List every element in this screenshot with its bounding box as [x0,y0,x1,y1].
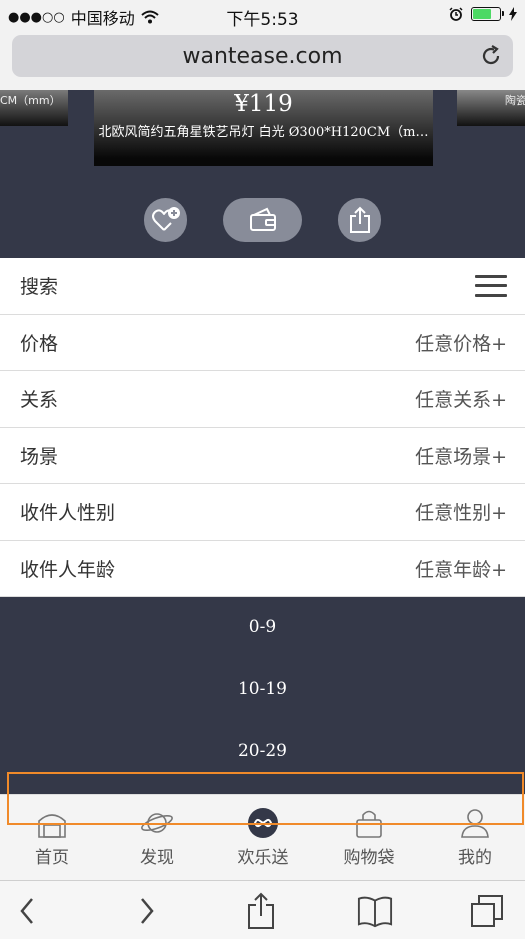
battery-icon [471,7,504,21]
filter-gender[interactable]: 收件人性别 任意性别+ [0,484,525,541]
filter-label: 场景 [20,445,59,468]
filter-price[interactable]: 价格 任意价格+ [0,315,525,371]
filter-label: 关系 [20,389,59,412]
wallet-icon [249,207,276,231]
alarm-icon [449,7,463,21]
carousel-card-current[interactable]: ¥119 北欧风简约五角星铁艺吊灯 白光 Ø300*H120CM（m… [94,90,433,166]
tab-happy-send[interactable]: 欢乐送 [218,807,308,868]
wallet-button[interactable] [223,198,302,242]
home-icon [38,814,66,838]
planet-icon [141,813,173,833]
tab-label: 欢乐送 [237,848,289,868]
age-option-list: 0-9 10-19 20-29 [0,598,525,794]
filter-value: 任意场景+ [415,445,507,468]
status-bar: ●●●○○ 中国移动 下午5:53 [0,0,525,30]
search-label: 搜索 [20,276,59,299]
filter-label: 收件人年龄 [20,558,116,581]
tabs-icon [471,895,503,927]
browser-address-area: wantease.com [0,30,525,90]
tab-shopping-bag[interactable]: 购物袋 [324,807,414,868]
menu-icon[interactable] [475,274,507,297]
address-bar[interactable]: wantease.com [12,35,513,77]
share-icon [349,206,370,233]
filter-relationship[interactable]: 关系 任意关系+ [0,371,525,428]
refresh-icon[interactable] [479,44,503,68]
tab-label: 购物袋 [343,848,395,868]
tab-label: 首页 [35,848,69,868]
charging-icon [509,7,517,21]
chevron-left-icon [20,898,33,924]
favorite-button[interactable] [144,198,187,242]
product-name: 北欧风简约五角星铁艺吊灯 白光 Ø300*H120CM（m… [98,125,429,140]
user-icon [461,809,489,838]
filter-list: 搜索 价格 任意价格+ 关系 任意关系+ 场景 任意场景+ 收件人性别 任意性别… [0,258,525,597]
product-actions [0,198,525,244]
url-text: wantease.com [182,43,343,69]
filter-value: 任意关系+ [415,389,507,412]
share-page-button[interactable] [243,892,279,929]
filter-label: 价格 [20,332,59,355]
back-button[interactable] [10,893,46,929]
forward-button[interactable] [128,893,164,929]
heart-plus-icon [151,207,180,231]
share-button[interactable] [338,198,381,242]
bag-icon [356,810,382,838]
status-right [449,7,517,21]
tab-discover[interactable]: 发现 [112,807,202,868]
carousel-card-prev[interactable]: CM（mm） [0,90,68,126]
tab-home[interactable]: 首页 [7,807,97,868]
age-option[interactable]: 20-29 [0,741,525,761]
filter-label: 收件人性别 [20,502,116,525]
book-icon [357,896,393,928]
product-carousel[interactable]: CM（mm） ¥119 北欧风简约五角星铁艺吊灯 白光 Ø300*H120CM（… [0,90,525,258]
filter-value: 任意性别+ [415,502,507,525]
chevron-right-icon [141,898,154,924]
bottom-tab-bar: 首页 发现 欢乐送 购物袋 我的 [0,794,525,880]
filter-value: 任意年龄+ [415,558,507,581]
filter-age[interactable]: 收件人年龄 任意年龄+ [0,541,525,597]
tab-label: 我的 [458,848,492,868]
product-price: ¥119 [234,91,293,117]
search-row[interactable]: 搜索 [0,258,525,315]
browser-toolbar [0,880,525,939]
infinity-icon [248,808,278,838]
tab-mine[interactable]: 我的 [430,807,520,868]
bookmarks-button[interactable] [357,893,393,929]
age-option[interactable]: 10-19 [0,679,525,699]
tab-label: 发现 [140,848,174,868]
status-time: 下午5:53 [226,10,299,30]
prev-card-text: CM（mm） [0,94,61,107]
carousel-card-next[interactable]: 陶瓷 [457,90,525,126]
filter-scene[interactable]: 场景 任意场景+ [0,428,525,484]
age-option[interactable]: 0-9 [0,617,525,637]
tabs-button[interactable] [469,893,505,929]
filter-value: 任意价格+ [415,332,507,355]
share-icon [248,892,274,929]
next-card-text: 陶瓷 [505,94,525,107]
